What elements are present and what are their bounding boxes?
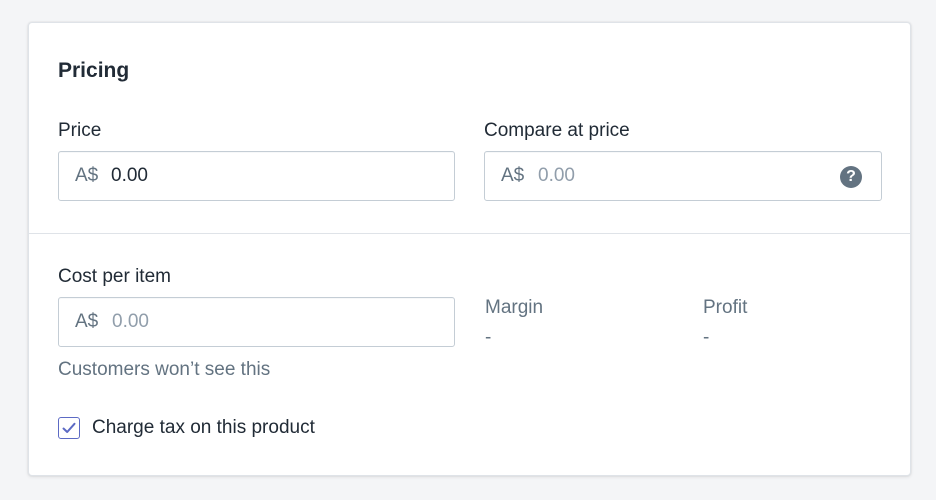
price-input[interactable]: A$ 0.00 bbox=[58, 151, 455, 201]
charge-tax-label[interactable]: Charge tax on this product bbox=[92, 417, 315, 439]
compare-at-price-label: Compare at price bbox=[484, 120, 630, 141]
cost-per-item-label: Cost per item bbox=[58, 266, 171, 287]
charge-tax-checkbox[interactable] bbox=[58, 417, 80, 439]
checkmark-icon bbox=[62, 422, 76, 433]
question-circle-icon[interactable]: ? bbox=[840, 166, 862, 188]
compare-at-price-input[interactable]: A$ 0.00 ? bbox=[484, 151, 882, 201]
cost-per-item-helper-text: Customers won’t see this bbox=[58, 359, 271, 380]
card-title: Pricing bbox=[58, 59, 130, 82]
compare-at-price-currency-prefix: A$ bbox=[501, 165, 525, 186]
profit-value: - bbox=[703, 327, 710, 348]
price-value: 0.00 bbox=[111, 165, 148, 186]
cost-per-item-placeholder: 0.00 bbox=[112, 311, 149, 332]
cost-per-item-input[interactable]: A$ 0.00 bbox=[58, 297, 455, 347]
cost-per-item-currency-prefix: A$ bbox=[75, 311, 99, 332]
margin-value: - bbox=[485, 327, 492, 348]
compare-at-price-placeholder: 0.00 bbox=[538, 165, 575, 186]
profit-label: Profit bbox=[703, 297, 748, 318]
pricing-card: Pricing Price A$ 0.00 Compare at price A… bbox=[28, 22, 911, 476]
margin-label: Margin bbox=[485, 297, 544, 318]
section-divider bbox=[29, 233, 910, 234]
price-label: Price bbox=[58, 120, 102, 141]
price-currency-prefix: A$ bbox=[75, 165, 99, 186]
